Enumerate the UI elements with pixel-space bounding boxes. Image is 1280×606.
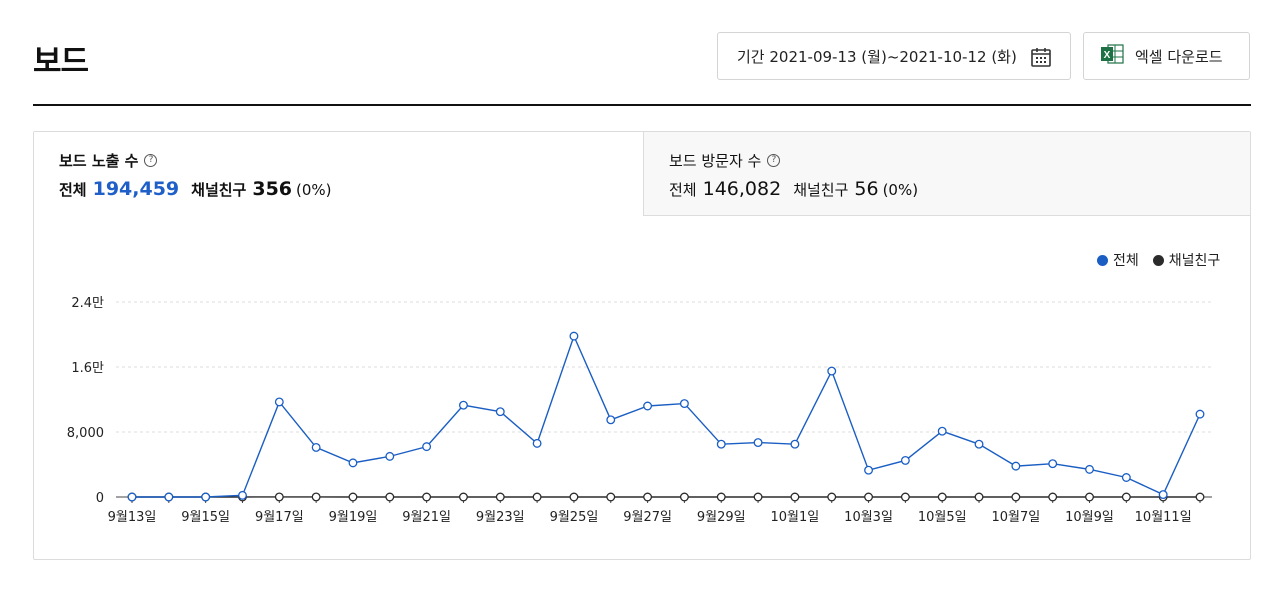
data-point-total — [458, 400, 468, 410]
x-tick-label: 10월1일 — [771, 510, 820, 525]
data-point-total — [569, 331, 579, 341]
data-point-total — [1121, 473, 1131, 482]
data-point-total — [716, 439, 726, 449]
data-point-friends — [495, 492, 505, 502]
data-point-friends — [348, 492, 358, 502]
x-tick-label: 10월11일 — [1135, 510, 1192, 525]
x-tick-label: 10월5일 — [918, 510, 967, 525]
data-point-total — [1085, 464, 1094, 474]
data-point-total — [274, 397, 284, 407]
data-point-total — [606, 415, 616, 425]
data-point-total — [532, 438, 542, 448]
data-point-total — [201, 492, 211, 502]
data-point-total — [348, 458, 358, 468]
data-point-total — [385, 451, 395, 461]
data-point-total — [164, 492, 174, 502]
x-tick-label: 10월7일 — [991, 510, 1040, 525]
x-tick-label: 9월19일 — [329, 510, 378, 525]
data-point-total — [679, 399, 689, 409]
data-point-friends — [900, 492, 910, 502]
data-point-friends — [643, 492, 653, 502]
x-tick-label: 9월13일 — [108, 510, 157, 525]
x-tick-label: 9월23일 — [476, 510, 525, 525]
data-point-total — [643, 401, 653, 411]
data-point-friends — [274, 492, 284, 502]
y-tick-label: 2.4만 — [71, 296, 104, 311]
data-point-friends — [569, 492, 579, 502]
data-point-friends — [974, 492, 984, 502]
data-point-friends — [753, 492, 763, 502]
data-point-friends — [827, 492, 837, 502]
data-point-total — [753, 438, 763, 448]
data-point-friends — [716, 492, 726, 502]
data-point-total — [827, 366, 837, 376]
data-point-friends — [385, 492, 395, 502]
data-point-total — [127, 492, 137, 502]
data-point-total — [864, 465, 874, 475]
x-tick-label: 9월27일 — [623, 510, 672, 525]
data-point-friends — [311, 492, 321, 502]
line-chart: 0 8,000 1.6만 2.4만 9월13일 9월15일 9월17일 9월19일 9월21일 9… — [67, 296, 1212, 525]
data-point-total — [1158, 490, 1168, 500]
data-point-friends — [532, 492, 542, 502]
data-point-friends — [1048, 492, 1058, 502]
data-point-total — [495, 407, 505, 417]
data-point-friends — [1195, 492, 1205, 502]
data-point-friends — [458, 492, 468, 502]
data-point-total — [974, 439, 984, 449]
data-point-friends — [790, 492, 800, 502]
x-tick-label: 10월3일 — [844, 510, 893, 525]
y-tick-label: 8,000 — [67, 426, 104, 441]
data-point-total — [1048, 459, 1058, 469]
data-point-friends — [679, 492, 689, 502]
series-line-total — [132, 334, 1201, 498]
data-point-total — [900, 455, 910, 465]
data-point-friends — [606, 492, 616, 502]
data-point-total — [1011, 461, 1021, 471]
y-tick-label: 1.6만 — [71, 361, 104, 376]
data-point-friends — [937, 492, 947, 502]
x-tick-label: 9월17일 — [255, 510, 304, 525]
y-tick-label: 0 — [96, 491, 104, 506]
data-point-total — [238, 490, 247, 500]
x-tick-label: 9월25일 — [550, 510, 599, 525]
data-point-total — [790, 439, 800, 449]
data-point-friends — [422, 492, 432, 502]
x-tick-label: 9월29일 — [697, 510, 746, 525]
x-tick-label: 10월9일 — [1065, 510, 1114, 525]
data-point-friends — [864, 492, 874, 502]
data-point-friends — [1011, 492, 1021, 502]
x-tick-label: 9월21일 — [402, 510, 451, 525]
data-point-total — [311, 442, 321, 452]
data-point-friends — [1085, 492, 1094, 502]
data-point-total — [1195, 409, 1205, 419]
data-point-friends — [1121, 492, 1131, 502]
data-point-total — [422, 442, 432, 452]
data-point-total — [937, 426, 947, 436]
x-tick-label: 9월15일 — [181, 510, 230, 525]
